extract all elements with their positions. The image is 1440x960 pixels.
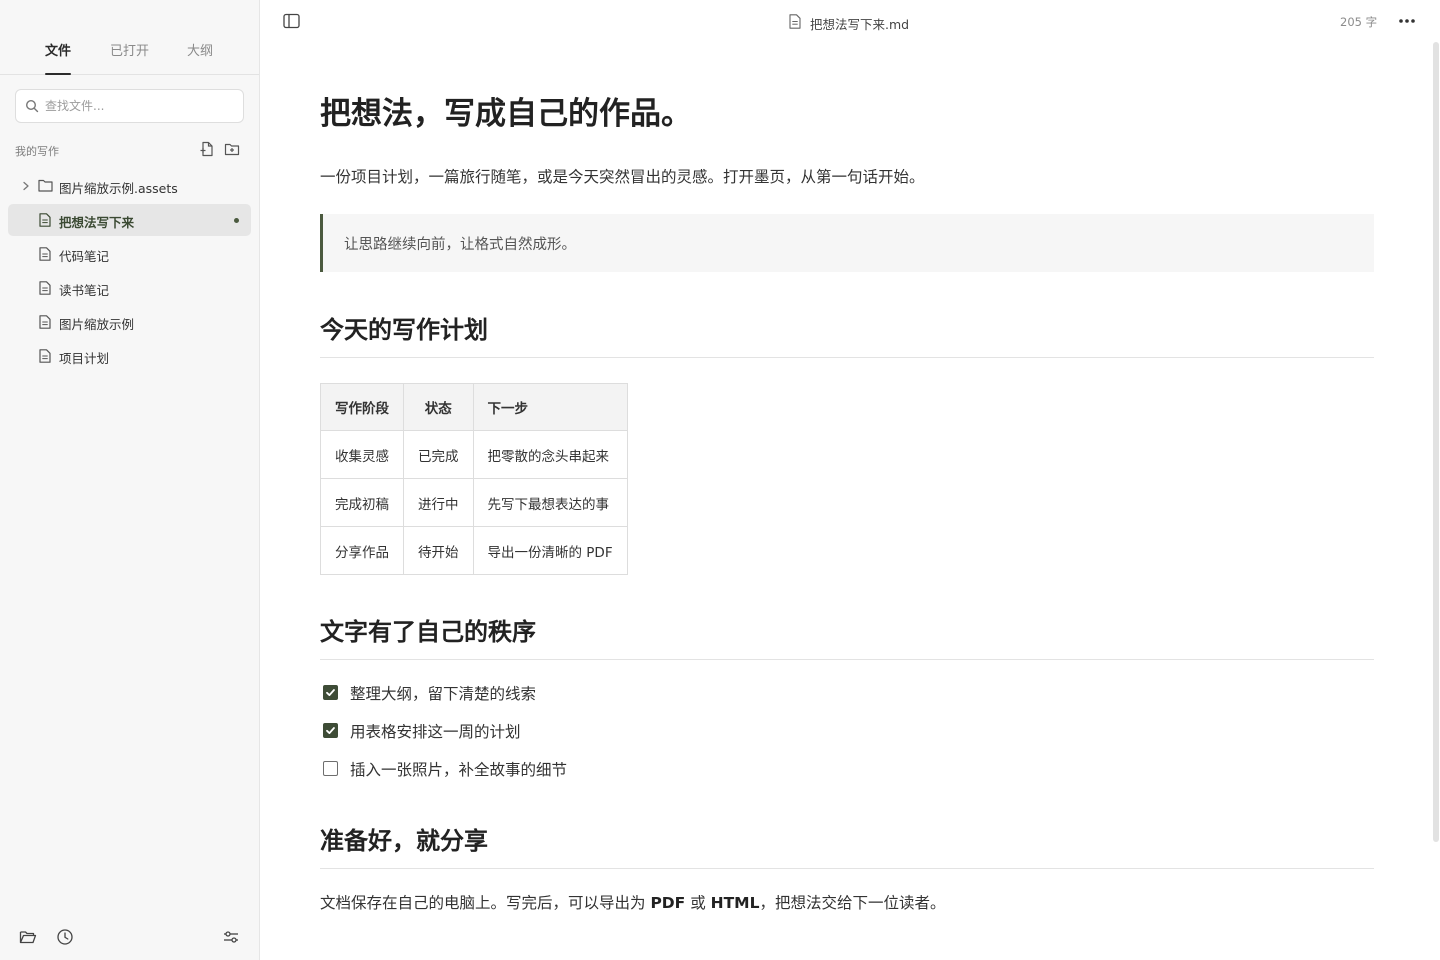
sidebar-item-file[interactable]: 读书笔记 bbox=[8, 272, 251, 304]
document-icon bbox=[789, 14, 801, 29]
document-heading: 把想法，写成自己的作品。 bbox=[320, 96, 692, 132]
sidebar-item-file[interactable]: 代码笔记 bbox=[8, 238, 251, 270]
document-icon bbox=[39, 315, 51, 329]
task-checkbox[interactable] bbox=[323, 685, 338, 700]
new-folder-icon[interactable] bbox=[224, 141, 240, 157]
more-horizontal-icon[interactable] bbox=[1397, 12, 1417, 30]
document-icon bbox=[39, 349, 51, 363]
table-row: 分享作品 待开始 导出一份清晰的 PDF bbox=[320, 526, 628, 575]
unsaved-indicator bbox=[234, 218, 239, 223]
table-cell: 进行中 bbox=[403, 478, 474, 527]
blockquote: 让思路继续向前，让格式自然成形。 bbox=[320, 214, 1374, 272]
editor-scrollbar[interactable] bbox=[1433, 42, 1439, 842]
document-filename: 把想法写下来.md bbox=[810, 17, 910, 32]
task-checkbox[interactable] bbox=[323, 723, 338, 738]
table-cell: 已完成 bbox=[403, 430, 474, 479]
share-text-before: 文档保存在自己的电脑上。写完后，可以导出为 bbox=[320, 894, 651, 912]
plan-table: 写作阶段 状态 下一步 收集灵感 已完成 把零散的念头串起来 完成初稿 进行中 … bbox=[320, 383, 628, 575]
sidebar-tabs: 文件 已打开 大纲 bbox=[0, 0, 259, 75]
sidebar-item-label: 项目计划 bbox=[59, 351, 110, 366]
new-file-icon[interactable] bbox=[199, 141, 215, 157]
table-row: 完成初稿 进行中 先写下最想表达的事 bbox=[320, 478, 628, 527]
section-heading-share: 准备好，就分享 bbox=[320, 821, 1374, 869]
share-text-after: ，把想法交给下一位读者。 bbox=[759, 894, 946, 912]
table-cell: 待开始 bbox=[403, 526, 474, 575]
table-cell: 把零散的念头串起来 bbox=[472, 430, 628, 479]
sidebar-item-label: 把想法写下来 bbox=[59, 215, 135, 230]
word-count: 205 字 bbox=[1340, 15, 1378, 29]
tab-outline[interactable]: 大纲 bbox=[187, 40, 213, 75]
search-input[interactable] bbox=[45, 90, 237, 122]
section-label: 我的写作 bbox=[15, 145, 59, 158]
chevron-right-icon[interactable] bbox=[22, 181, 30, 191]
sidebar-item-file[interactable]: 图片缩放示例 bbox=[8, 306, 251, 338]
html-keyword: HTML bbox=[710, 894, 760, 912]
pdf-keyword: PDF bbox=[650, 894, 686, 912]
share-paragraph: 文档保存在自己的电脑上。写完后，可以导出为 PDF 或 HTML，把想法交给下一… bbox=[320, 891, 946, 913]
table-cell: 完成初稿 bbox=[320, 478, 404, 527]
search-icon bbox=[25, 99, 39, 113]
table-row: 收集灵感 已完成 把零散的念头串起来 bbox=[320, 430, 628, 479]
sidebar: 文件 已打开 大纲 我的写作 图片缩放示例.assets bbox=[0, 0, 260, 960]
intro-paragraph: 一份项目计划，一篇旅行随笔，或是今天突然冒出的灵感。打开墨页，从第一句话开始。 bbox=[320, 168, 925, 186]
task-text: 整理大纲，留下清楚的线索 bbox=[350, 685, 537, 703]
share-text-or: 或 bbox=[685, 894, 711, 912]
tab-opened[interactable]: 已打开 bbox=[110, 40, 149, 75]
folder-icon bbox=[38, 179, 53, 192]
blockquote-text: 让思路继续向前，让格式自然成形。 bbox=[344, 237, 576, 253]
section-heading-order: 文字有了自己的秩序 bbox=[320, 612, 1374, 660]
sidebar-toggle-icon[interactable] bbox=[283, 13, 300, 29]
document-icon bbox=[39, 213, 51, 227]
sidebar-item-label: 图片缩放示例.assets bbox=[59, 181, 178, 196]
checkmark-icon bbox=[326, 689, 335, 696]
table-header-row: 写作阶段 状态 下一步 bbox=[320, 383, 628, 431]
task-text: 用表格安排这一周的计划 bbox=[350, 723, 521, 741]
sliders-icon[interactable] bbox=[222, 928, 240, 946]
table-cell: 分享作品 bbox=[320, 526, 404, 575]
table-cell: 导出一份清晰的 PDF bbox=[472, 526, 628, 575]
sidebar-item-label: 读书笔记 bbox=[59, 283, 110, 298]
sidebar-item-assets-folder[interactable]: 图片缩放示例.assets bbox=[8, 170, 251, 202]
sidebar-item-active-file[interactable]: 把想法写下来 bbox=[8, 204, 251, 236]
open-folder-icon[interactable] bbox=[19, 928, 37, 946]
checkmark-icon bbox=[326, 727, 335, 734]
sidebar-item-label: 图片缩放示例 bbox=[59, 317, 135, 332]
document-icon bbox=[39, 281, 51, 295]
table-header-cell: 下一步 bbox=[472, 383, 628, 431]
history-icon[interactable] bbox=[56, 928, 74, 946]
table-header-cell: 状态 bbox=[403, 383, 474, 431]
table-cell: 先写下最想表达的事 bbox=[472, 478, 628, 527]
section-heading-plan: 今天的写作计划 bbox=[320, 310, 1374, 358]
sidebar-item-file[interactable]: 项目计划 bbox=[8, 340, 251, 372]
document-icon bbox=[39, 247, 51, 261]
task-text: 插入一张照片，补全故事的细节 bbox=[350, 761, 568, 779]
sidebar-item-label: 代码笔记 bbox=[59, 249, 110, 264]
table-header-cell: 写作阶段 bbox=[320, 383, 404, 431]
table-cell: 收集灵感 bbox=[320, 430, 404, 479]
task-checkbox[interactable] bbox=[323, 761, 338, 776]
file-search-box[interactable] bbox=[15, 89, 244, 123]
tab-files[interactable]: 文件 bbox=[45, 40, 72, 75]
